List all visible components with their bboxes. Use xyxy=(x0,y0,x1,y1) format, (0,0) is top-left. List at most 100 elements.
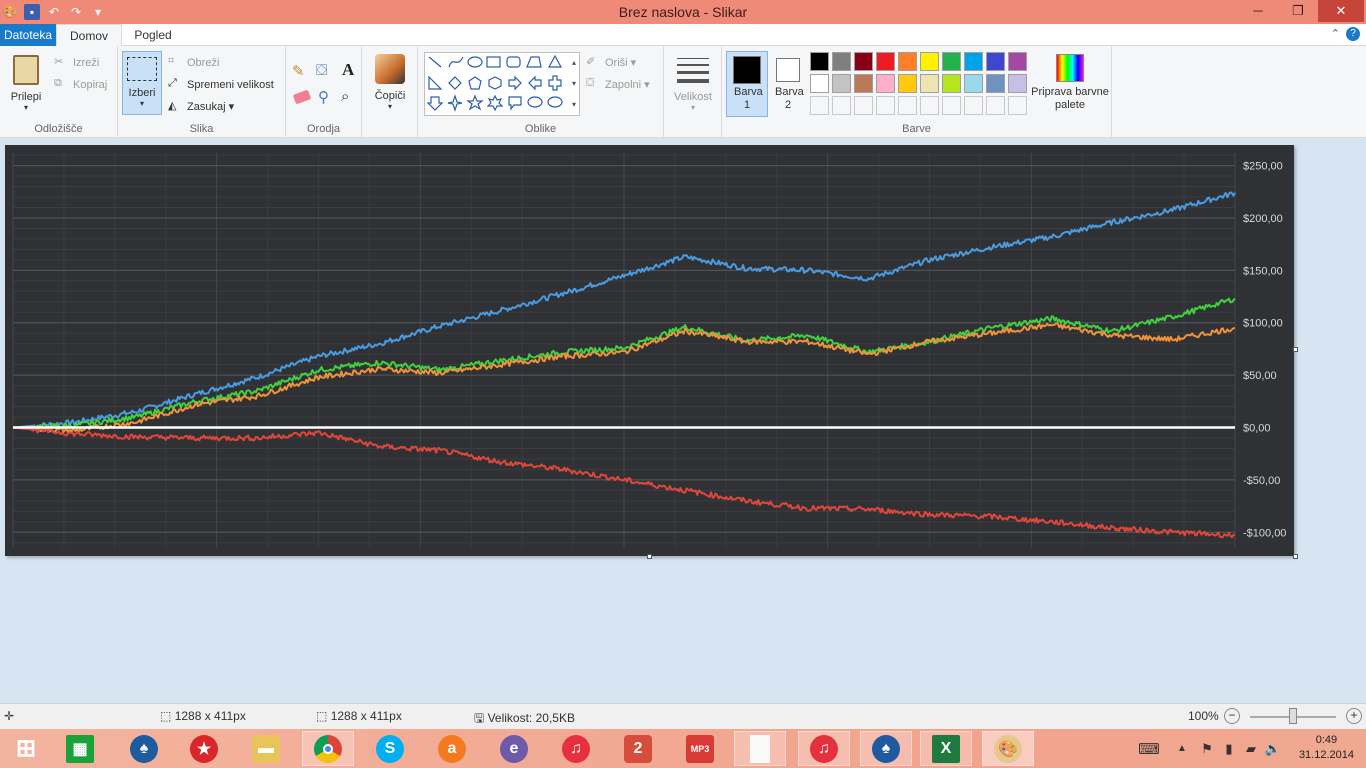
fill-button[interactable]: ⛋ Zapolni ▾ xyxy=(586,77,650,93)
resize-handle-right[interactable] xyxy=(1293,347,1298,352)
text-tool-icon[interactable]: A xyxy=(342,60,354,80)
crop-button[interactable]: ⌗ Obreži xyxy=(168,55,219,71)
brushes-button[interactable]: Čopiči ▾ xyxy=(370,52,410,116)
color2-button[interactable]: Barva 2 xyxy=(770,51,806,117)
select-button[interactable]: Izberi ▾ xyxy=(122,51,162,115)
help-icon[interactable]: ? xyxy=(1346,27,1360,41)
maximize-button[interactable]: ❐ xyxy=(1278,0,1318,22)
action-center-flag-icon[interactable]: ⚑ xyxy=(1196,731,1218,766)
palette-custom-swatch[interactable] xyxy=(898,96,917,115)
paste-button[interactable]: Prilepi ▾ xyxy=(6,52,46,118)
color1-button[interactable]: Barva 1 xyxy=(726,51,768,117)
shapes-gallery[interactable] xyxy=(424,52,580,116)
taskbar-pokerstars[interactable]: ★ xyxy=(178,731,230,766)
taskbar-itunes-2[interactable]: ♫ xyxy=(798,731,850,766)
edit-colors-button[interactable]: Priprava barvne palete xyxy=(1030,52,1110,118)
palette-color-swatch[interactable] xyxy=(1008,52,1027,71)
size-group: Velikost ▾ xyxy=(664,46,722,138)
clock-time: 0:49 xyxy=(1315,734,1338,746)
volume-icon[interactable]: 🔈 xyxy=(1262,731,1284,766)
collapse-ribbon-icon[interactable]: ⌃ xyxy=(1331,27,1340,40)
palette-color-swatch[interactable] xyxy=(898,74,917,93)
palette-custom-swatch[interactable] xyxy=(986,96,1005,115)
fill-bucket-icon[interactable]: ⛋ xyxy=(316,62,327,79)
tab-home[interactable]: Domov xyxy=(56,24,122,47)
show-hidden-icons[interactable]: ▲ xyxy=(1168,731,1196,766)
taskbar-store[interactable]: ▦ xyxy=(54,731,106,766)
outline-button[interactable]: ✐ Oriši ▾ xyxy=(586,55,636,71)
palette-color-swatch[interactable] xyxy=(986,52,1005,71)
palette-custom-swatch[interactable] xyxy=(832,96,851,115)
excel-icon: X xyxy=(932,734,960,763)
palette-color-swatch[interactable] xyxy=(810,74,829,93)
select-rectangle-icon xyxy=(127,57,157,81)
pencil-icon[interactable]: ✎ xyxy=(292,62,305,80)
number-2-icon: 2 xyxy=(624,734,652,763)
taskbar-app-2[interactable]: 2 xyxy=(612,731,664,766)
palette-custom-swatch[interactable] xyxy=(810,96,829,115)
color-picker-icon[interactable]: ⚲ xyxy=(318,88,329,106)
windows-logo-icon: ⊞ xyxy=(15,735,37,762)
taskbar-paint[interactable]: 🎨 xyxy=(982,731,1034,766)
palette-color-swatch[interactable] xyxy=(854,74,873,93)
palette-custom-swatch[interactable] xyxy=(1008,96,1027,115)
taskbar-poker-2[interactable]: ♠ xyxy=(860,731,912,766)
resize-handle-bottom[interactable] xyxy=(647,554,652,559)
size-button[interactable]: Velikost ▾ xyxy=(670,54,716,114)
palette-custom-swatch[interactable] xyxy=(920,96,939,115)
taskbar-avast[interactable]: a xyxy=(426,731,478,766)
taskbar-mp3[interactable]: MP3 xyxy=(674,731,726,766)
palette-color-swatch[interactable] xyxy=(942,52,961,71)
palette-color-swatch[interactable] xyxy=(964,74,983,93)
palette-color-swatch[interactable] xyxy=(898,52,917,71)
title-bar: 🎨 ▪ ↶ ↷ ▾ Brez naslova - Slikar ─ ❐ ✕ xyxy=(0,0,1366,24)
keyboard-icon[interactable]: ⌨ xyxy=(1132,731,1166,766)
resize-handle-corner[interactable] xyxy=(1293,554,1298,559)
taskbar-excel[interactable]: X xyxy=(920,731,972,766)
selection-icon: ⬚ xyxy=(160,709,172,723)
palette-color-swatch[interactable] xyxy=(854,52,873,71)
palette-custom-swatch[interactable] xyxy=(964,96,983,115)
zoom-out-button[interactable]: − xyxy=(1224,708,1240,724)
eraser-icon[interactable] xyxy=(292,89,312,105)
zoom-in-button[interactable]: + xyxy=(1346,708,1362,724)
palette-custom-swatch[interactable] xyxy=(876,96,895,115)
palette-color-swatch[interactable] xyxy=(964,52,983,71)
taskbar-document[interactable] xyxy=(734,731,786,766)
palette-color-swatch[interactable] xyxy=(920,52,939,71)
close-button[interactable]: ✕ xyxy=(1318,0,1364,22)
drawing-canvas[interactable]: $250,00 $200,00 $150,00 $100,00 $50,00 $0,00 -… xyxy=(5,145,1294,556)
palette-color-swatch[interactable] xyxy=(810,52,829,71)
palette-color-swatch[interactable] xyxy=(832,52,851,71)
palette-custom-swatch[interactable] xyxy=(942,96,961,115)
network-icon[interactable]: ▰ xyxy=(1240,731,1262,766)
shapes-gallery-scroll[interactable]: ▴ ▾ ▾ xyxy=(568,52,580,116)
palette-color-swatch[interactable] xyxy=(876,74,895,93)
clock[interactable]: 0:49 31.12.2014 xyxy=(1299,733,1354,763)
tab-view[interactable]: Pogled xyxy=(124,24,182,46)
palette-custom-swatch[interactable] xyxy=(854,96,873,115)
taskbar-poker[interactable]: ♠ xyxy=(118,731,170,766)
mp3-icon: MP3 xyxy=(686,734,714,763)
taskbar-explorer[interactable]: ▬ xyxy=(240,731,292,766)
resize-button[interactable]: ⤢ Spremeni velikost xyxy=(168,77,274,93)
taskbar-torrent[interactable]: e xyxy=(488,731,540,766)
cut-button[interactable]: ✂ Izreži xyxy=(54,55,99,71)
zoom-slider-thumb[interactable] xyxy=(1289,708,1297,724)
palette-color-swatch[interactable] xyxy=(1008,74,1027,93)
magnifier-icon[interactable]: ⌕ xyxy=(341,88,349,105)
taskbar-skype[interactable]: S xyxy=(364,731,416,766)
copy-button[interactable]: ⧉ Kopiraj xyxy=(54,77,107,93)
rotate-button[interactable]: ◭ Zasukaj ▾ xyxy=(168,99,234,115)
palette-color-swatch[interactable] xyxy=(920,74,939,93)
palette-color-swatch[interactable] xyxy=(832,74,851,93)
palette-color-swatch[interactable] xyxy=(942,74,961,93)
palette-color-swatch[interactable] xyxy=(876,52,895,71)
minimize-button[interactable]: ─ xyxy=(1238,0,1278,22)
battery-icon[interactable]: ▮ xyxy=(1218,731,1240,766)
start-button[interactable]: ⊞ xyxy=(0,731,52,766)
taskbar-itunes[interactable]: ♫ xyxy=(550,731,602,766)
tab-file[interactable]: Datoteka xyxy=(0,24,56,46)
palette-color-swatch[interactable] xyxy=(986,74,1005,93)
taskbar-chrome[interactable] xyxy=(302,731,354,766)
